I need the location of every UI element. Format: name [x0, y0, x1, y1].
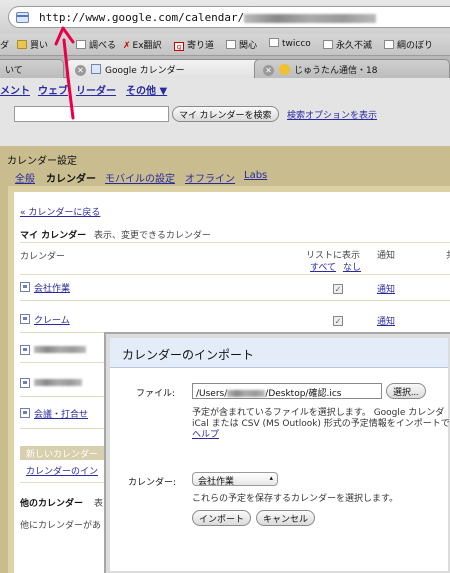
- file-label: ファイル:: [136, 389, 176, 399]
- bookmark-0[interactable]: ダ: [0, 38, 9, 51]
- show-all-link[interactable]: すべて: [310, 260, 336, 273]
- settings-tab-general[interactable]: 全般: [15, 170, 35, 185]
- tab-0[interactable]: いて: [0, 59, 64, 78]
- settings-tab-offline[interactable]: オフライン: [185, 170, 235, 185]
- redacted-calendar-name: [34, 379, 82, 386]
- calendar-row-name[interactable]: 会議・打合せ: [34, 407, 88, 420]
- smiley-icon: [279, 64, 290, 75]
- calendar-color-icon: [20, 408, 30, 418]
- spacer: [0, 128, 450, 146]
- settings-subnav: 全般 カレンダー モバイルの設定 オフライン Labs: [0, 167, 450, 185]
- divider: [20, 300, 450, 301]
- other-calendars-label: 他のカレンダー: [20, 499, 84, 509]
- nav-link-0[interactable]: メント: [0, 82, 30, 97]
- calendar-row-name[interactable]: クレーム: [34, 313, 70, 326]
- bookmark-folder-1[interactable]: 買い: [17, 38, 48, 51]
- other-calendars-desc: 表: [94, 499, 104, 509]
- url-text: http://www.google.com/calendar/: [39, 11, 377, 24]
- bookmark-3[interactable]: ✗ Ex翻訳: [123, 38, 162, 51]
- page-favicon-icon: [16, 12, 29, 23]
- page-icon: [226, 40, 236, 49]
- nav-link-reader[interactable]: リーダー: [76, 82, 116, 97]
- calendar-color-icon: [20, 282, 30, 292]
- close-icon[interactable]: ✕: [263, 65, 274, 76]
- search-options-link[interactable]: 検索オプションを表示: [287, 108, 377, 121]
- updown-arrow-icon: ▴: [269, 474, 273, 482]
- column-header-notify: 通知: [377, 251, 396, 261]
- bookmark-5[interactable]: 関心: [226, 38, 257, 51]
- divider: [20, 428, 110, 429]
- redacted-url-tail: [244, 13, 377, 23]
- search-input[interactable]: [14, 106, 169, 122]
- file-help-line-2: iCal または CSV (MS Outlook) 形式の予定情報をインポートで: [192, 419, 450, 429]
- bookmark-8[interactable]: 綱のぼり: [384, 38, 433, 51]
- import-button[interactable]: インポート: [192, 510, 252, 526]
- import-calendar-dialog: カレンダーのインポート ファイル: /Users//Desktop/確認.ics…: [104, 332, 450, 573]
- close-icon[interactable]: ✕: [75, 65, 86, 76]
- column-header-share: 共: [446, 248, 450, 261]
- settings-tab-labs[interactable]: Labs: [244, 170, 267, 181]
- page-icon: [269, 38, 279, 47]
- notify-link[interactable]: 通知: [377, 314, 395, 327]
- calendar-color-icon: [20, 314, 30, 324]
- bookmark-7[interactable]: 永久不滅: [323, 38, 372, 51]
- file-path-input[interactable]: /Users//Desktop/確認.ics: [192, 383, 382, 399]
- settings-tab-calendars[interactable]: カレンダー: [46, 170, 96, 185]
- dialog-header: カレンダーのインポート: [110, 338, 448, 368]
- bookmarks-bar: ダ 買い 調べる ✗ Ex翻訳 g 寄り道 関心 twicco 永久不滅 綱のぼり: [0, 34, 450, 56]
- calendar-row-name[interactable]: 会社作業: [34, 281, 70, 294]
- search-row: マイ カレンダーを検索 検索オプションを表示: [0, 100, 450, 128]
- choose-file-button[interactable]: 選択...: [386, 383, 426, 399]
- show-in-list-checkbox[interactable]: ✓: [333, 316, 343, 326]
- show-none-link[interactable]: なし: [343, 260, 361, 273]
- bookmark-red-icon: g: [174, 42, 184, 51]
- settings-title: カレンダー設定: [7, 156, 77, 167]
- my-calendars-label: マイ カレンダー: [20, 231, 87, 241]
- settings-tab-mobile[interactable]: モバイルの設定: [105, 170, 175, 185]
- show-in-list-checkbox[interactable]: ✓: [333, 284, 343, 294]
- search-calendar-button[interactable]: マイ カレンダーを検索: [172, 106, 279, 122]
- tab-2[interactable]: ✕ じゅうたん通信・18: [254, 59, 450, 78]
- tab-bar: いて ✕ Google カレンダー ✕ じゅうたん通信・18: [0, 56, 450, 78]
- nav-link-more[interactable]: その他 ▼: [126, 82, 167, 97]
- my-calendars-desc: 表示、変更できるカレンダー: [94, 231, 211, 241]
- divider: [20, 362, 110, 363]
- bookmark-2[interactable]: 調べる: [76, 38, 116, 51]
- calendar-help: これらの予定を保存するカレンダーを選択します。: [192, 494, 399, 504]
- calendar-label: カレンダー:: [128, 478, 177, 488]
- calendar-color-icon: [20, 345, 30, 355]
- page-icon: [323, 40, 333, 49]
- bookmark-6[interactable]: twicco: [269, 38, 311, 49]
- translate-icon: ✗: [123, 41, 131, 51]
- divider: [20, 396, 110, 397]
- page-icon: [76, 40, 86, 49]
- notify-link[interactable]: 通知: [377, 282, 395, 295]
- help-link[interactable]: ヘルプ: [192, 427, 219, 440]
- folder-icon: [17, 40, 27, 49]
- back-to-calendar-link[interactable]: « カレンダーに戻る: [20, 205, 100, 218]
- nav-link-web[interactable]: ウェブ: [38, 82, 68, 97]
- calendar-color-icon: [20, 378, 30, 388]
- dialog-title: カレンダーのインポート: [122, 348, 255, 362]
- page-icon: [384, 40, 394, 49]
- address-bar-area: http://www.google.com/calendar/: [0, 0, 450, 34]
- other-calendars-note: 他にカレンダーがあ: [20, 521, 102, 531]
- divider: [20, 242, 450, 243]
- dialog-body: ファイル: /Users//Desktop/確認.ics 選択... 予定が含ま…: [110, 368, 450, 571]
- column-header-calendar: カレンダー: [20, 252, 66, 262]
- redacted-username: [227, 390, 266, 397]
- tab-google-calendar[interactable]: ✕ Google カレンダー: [66, 59, 266, 78]
- divider: [20, 274, 450, 275]
- calendar-icon: [91, 64, 101, 74]
- redacted-calendar-name: [34, 346, 86, 353]
- url-field[interactable]: http://www.google.com/calendar/: [8, 6, 450, 28]
- divider: [20, 482, 110, 483]
- cancel-button[interactable]: キャンセル: [256, 510, 316, 526]
- bookmark-4[interactable]: g 寄り道: [174, 38, 214, 51]
- google-nav: メント ウェブ リーダー その他 ▼: [0, 78, 450, 100]
- import-calendar-link[interactable]: カレンダーのイン: [26, 464, 98, 477]
- calendar-select[interactable]: 会社作業 ▴: [192, 472, 278, 487]
